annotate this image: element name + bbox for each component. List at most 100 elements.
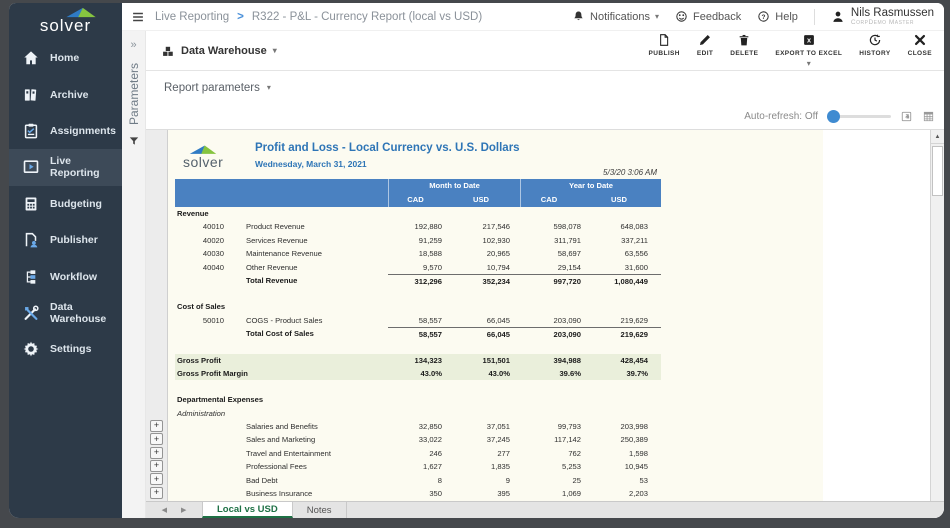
expand-row-button[interactable]: +	[150, 420, 163, 432]
history-icon	[868, 33, 882, 47]
user-menu[interactable]: Nils Rasmussen CorpDemo Master	[831, 7, 934, 27]
cell-value: 1,069	[520, 487, 589, 500]
tab-scroll-left-icon[interactable]: ◀	[162, 506, 167, 514]
action-label: EDIT	[697, 50, 713, 57]
account-code: 40020	[175, 234, 228, 247]
cell-value: 352,234	[454, 274, 520, 287]
report-row: Cost of Sales	[175, 300, 661, 313]
cell-value: 9,570	[388, 261, 454, 274]
assignments-icon	[22, 122, 40, 140]
auto-refresh-row: Auto-refresh: Off	[146, 104, 944, 129]
report-logo: solver	[183, 144, 223, 172]
sidebar-item-settings[interactable]: Settings	[9, 331, 122, 367]
report-row: 40010Product Revenue192,880217,546598,07…	[175, 220, 661, 233]
cell-value: 66,045	[454, 314, 520, 327]
edit-button[interactable]: EDIT	[697, 33, 713, 57]
column-header: USD	[454, 193, 520, 207]
feedback-button[interactable]: Feedback	[675, 10, 741, 23]
cell-value: 58,697	[520, 247, 589, 260]
table-header-currencies: CAD USD CAD USD	[175, 193, 661, 207]
cell-value: 63,556	[589, 247, 661, 260]
expand-row-button[interactable]: +	[150, 433, 163, 445]
expand-panel-icon[interactable]: »	[130, 39, 136, 51]
edit-icon	[698, 33, 712, 47]
sidebar-item-label: Archive	[50, 89, 89, 101]
menu-icon[interactable]	[131, 10, 145, 24]
breadcrumb-section[interactable]: Live Reporting	[155, 11, 229, 23]
cell-value	[589, 207, 661, 220]
publish-button[interactable]: PUBLISH	[649, 33, 680, 57]
budgeting-icon	[22, 195, 40, 213]
sidebar-item-label: Live Reporting	[50, 155, 122, 179]
report-row: Gross Profit134,323151,501394,988428,454	[175, 354, 661, 367]
sheet-tab-notes[interactable]: Notes	[293, 502, 347, 518]
select-range-icon[interactable]	[900, 110, 913, 123]
report-row: 50010COGS - Product Sales58,55766,045203…	[175, 314, 661, 327]
sheet-tab-local-vs-usd[interactable]: Local vs USD	[202, 502, 293, 518]
cell-value: 29,154	[520, 261, 589, 274]
account-code	[175, 460, 228, 473]
export-to-excel-button[interactable]: xEXPORT TO EXCEL▾	[775, 33, 842, 68]
expand-row-button[interactable]: +	[150, 447, 163, 459]
cell-value: 33,022	[388, 433, 454, 446]
notifications-button[interactable]: Notifications ▾	[572, 10, 659, 23]
account-code	[175, 327, 228, 340]
cell-value: 1,080,449	[589, 274, 661, 287]
expand-row-button[interactable]: +	[150, 487, 163, 499]
app-logo-text: solver	[40, 16, 91, 35]
sidebar-item-home[interactable]: Home	[9, 40, 122, 76]
report-parameters-toggle[interactable]: Report parameters ▾	[146, 71, 944, 104]
data-source-selector[interactable]: Data Warehouse ▾	[161, 44, 277, 58]
app-logo[interactable]: solver	[9, 3, 122, 40]
parameters-panel-collapsed[interactable]: » Parameters	[122, 31, 146, 518]
cell-value: 394,988	[520, 354, 589, 367]
scrollbar-thumb[interactable]	[932, 146, 943, 196]
report-parameters-label: Report parameters	[164, 82, 260, 94]
toolbar-actions: PUBLISH EDIT DELETE xEXPORT TO EXCEL▾ HISTOR…	[649, 33, 932, 68]
cell-value: 598,078	[520, 220, 589, 233]
help-icon: ?	[757, 10, 770, 23]
sidebar-item-budgeting[interactable]: Budgeting	[9, 186, 122, 222]
row-label: Total Cost of Sales	[228, 327, 388, 340]
column-header: USD	[589, 193, 661, 207]
close-button[interactable]: CLOSE	[908, 33, 932, 57]
divider	[814, 9, 815, 25]
delete-button[interactable]: DELETE	[730, 33, 758, 57]
report-row: Business Insurance3503951,0692,203	[175, 487, 661, 500]
chevron-down-icon: ▾	[273, 46, 277, 55]
sidebar-item-archive[interactable]: Archive	[9, 76, 122, 112]
help-button[interactable]: ? Help	[757, 10, 798, 23]
breadcrumb-title: R322 - P&L - Currency Report (local vs U…	[252, 11, 482, 23]
sidebar-item-assignments[interactable]: Assignments	[9, 113, 122, 149]
cell-value: 395	[454, 487, 520, 500]
account-code: 40040	[175, 261, 228, 274]
sidebar-item-live-reporting[interactable]: Live Reporting	[9, 149, 122, 185]
expand-row-button[interactable]: +	[150, 460, 163, 472]
user-icon	[831, 10, 845, 24]
history-button[interactable]: HISTORY	[859, 33, 890, 57]
account-code	[175, 274, 228, 287]
sidebar-item-data-warehouse[interactable]: Data Warehouse	[9, 295, 122, 331]
sidebar-item-workflow[interactable]: Workflow	[9, 258, 122, 294]
vertical-scrollbar[interactable]: ▲	[930, 130, 944, 501]
scroll-up-button[interactable]: ▲	[931, 130, 944, 144]
cell-value: 311,791	[520, 234, 589, 247]
expand-row-button[interactable]: +	[150, 473, 163, 485]
cell-value	[589, 300, 661, 313]
cell-value: 66,045	[454, 327, 520, 340]
toggle-knob[interactable]	[827, 110, 840, 123]
account-code	[175, 433, 228, 446]
blank-row	[175, 287, 661, 300]
report-row: 40030Maintenance Revenue18,58820,96558,6…	[175, 247, 661, 260]
column-group-mtd: Month to Date	[388, 179, 520, 193]
action-label: PUBLISH	[649, 50, 680, 57]
data-source-label: Data Warehouse	[181, 45, 267, 57]
grid-view-icon[interactable]	[922, 110, 935, 123]
account-code: 40010	[175, 220, 228, 233]
blank-row	[175, 380, 661, 393]
workflow-icon	[22, 268, 40, 286]
cell-value: 762	[520, 447, 589, 460]
tab-scroll-right-icon[interactable]: ▶	[181, 506, 186, 514]
auto-refresh-toggle[interactable]	[827, 115, 891, 118]
sidebar-item-publisher[interactable]: Publisher	[9, 222, 122, 258]
